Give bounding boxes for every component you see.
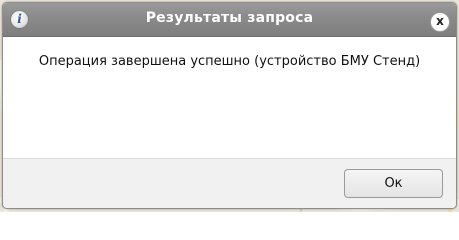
result-message: Операция завершена успешно (устройство Б…: [38, 54, 421, 69]
ok-button[interactable]: Ок: [344, 169, 443, 198]
dialog-title: Результаты запроса: [145, 10, 314, 26]
dialog-titlebar[interactable]: i Результаты запроса x: [3, 3, 456, 37]
dialog-footer: Ок: [3, 158, 456, 208]
dialog-content: Операция завершена успешно (устройство Б…: [3, 37, 456, 157]
query-results-dialog: i Результаты запроса x Операция завершен…: [2, 2, 457, 209]
close-button[interactable]: x: [430, 12, 450, 32]
